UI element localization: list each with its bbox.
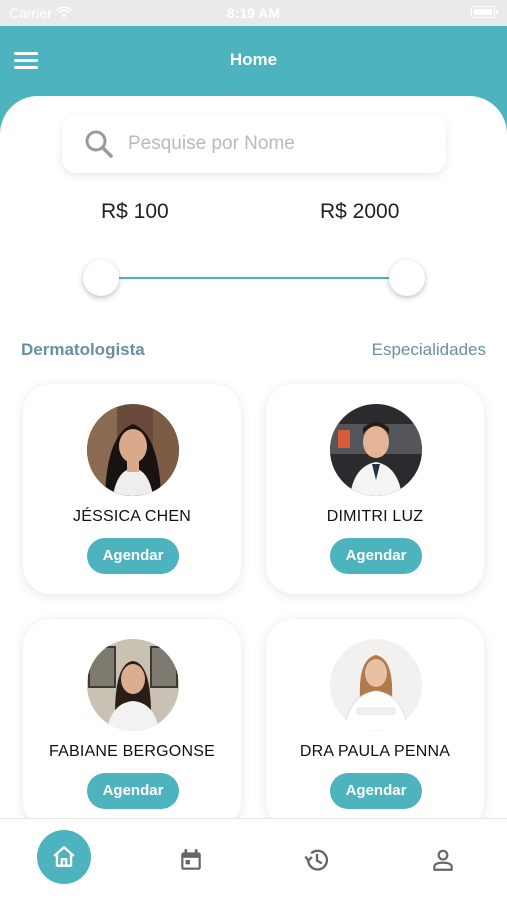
tab-home[interactable] [37,830,91,884]
doctor-name: JÉSSICA CHEN [73,508,191,525]
tab-appointments[interactable] [164,833,218,887]
schedule-button[interactable]: Agendar [330,773,422,809]
home-icon [53,846,75,867]
schedule-button[interactable]: Agendar [87,773,179,809]
doctor-name: DIMITRI LUZ [326,508,424,525]
tab-history[interactable] [290,833,344,887]
slider-track [101,277,407,279]
search-input[interactable] [128,133,428,155]
price-min-label: R$ 100 [101,200,169,223]
search-icon [85,130,113,158]
slider-min-handle[interactable] [83,260,119,296]
app-header: Home [0,26,507,96]
doctor-card[interactable]: DRA PAULA PENNA Agendar [266,619,484,818]
doctor-avatar [330,639,422,731]
search-bar[interactable] [62,115,446,173]
doctor-name: FABIANE BERGONSE [49,743,215,760]
main-panel: R$ 100 R$ 2000 Dermatologista Especialid… [0,96,507,818]
specialty-title: Dermatologista [21,340,145,359]
schedule-button[interactable]: Agendar [330,538,422,574]
specialties-link[interactable]: Especialidades [372,340,486,360]
doctor-card[interactable]: DIMITRI LUZ Agendar [266,384,484,594]
history-icon [304,849,329,871]
doctor-avatar [87,639,179,731]
clock: 8:19 AM [226,5,281,21]
doctor-avatar [330,404,422,496]
page-title: Home [229,50,278,69]
price-range-slider[interactable] [83,259,425,297]
tab-profile[interactable] [416,833,470,887]
slider-max-handle[interactable] [389,260,425,296]
user-icon [433,849,453,871]
doctor-avatar [87,404,179,496]
battery-icon [471,6,498,18]
calendar-icon [181,849,201,870]
doctor-card[interactable]: JÉSSICA CHEN Agendar [23,384,241,594]
doctor-card[interactable]: FABIANE BERGONSE Agendar [23,619,241,818]
doctor-name: DRA PAULA PENNA [299,743,451,760]
status-bar: Carrier 8:19 AM [0,0,507,26]
bottom-tab-bar [0,818,507,900]
price-max-label: R$ 2000 [320,200,400,223]
schedule-button[interactable]: Agendar [87,538,179,574]
